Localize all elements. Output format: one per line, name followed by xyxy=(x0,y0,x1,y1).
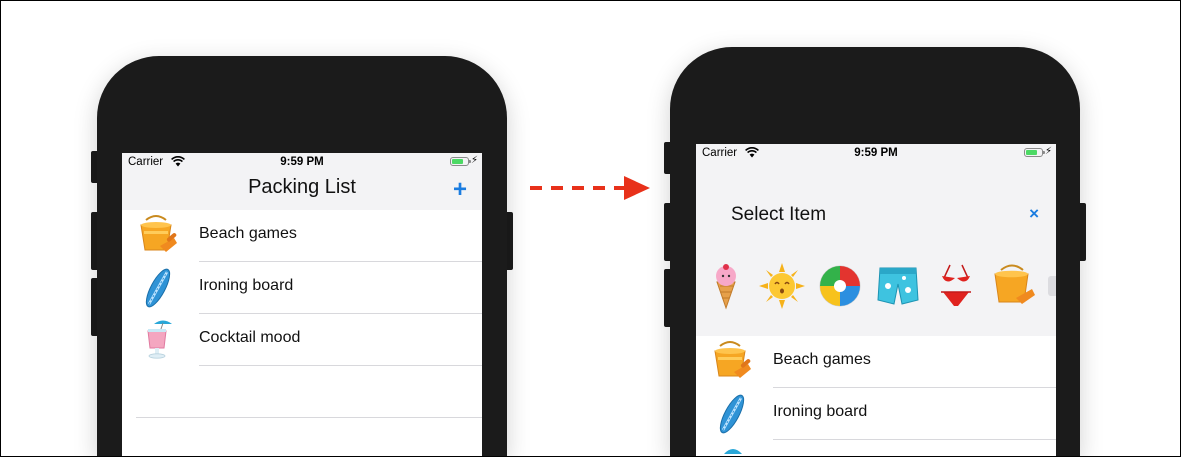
sun-icon[interactable] xyxy=(758,262,806,310)
ice-cream-icon[interactable] xyxy=(702,262,750,310)
row-separator xyxy=(199,365,482,366)
right-phone: Carrier 9:59 PM ⚡︎ Select Item × Beach g… xyxy=(670,47,1080,457)
list-item-beach-games[interactable]: Beach games xyxy=(122,210,482,262)
list-item-label: Beach games xyxy=(773,351,871,368)
transition-arrow-icon xyxy=(530,176,650,200)
bikini-icon[interactable] xyxy=(932,262,980,310)
battery-icon xyxy=(1024,148,1045,157)
item-picker-header: Carrier 9:59 PM ⚡︎ Select Item × xyxy=(696,144,1056,336)
status-bar: Carrier 9:59 PM ⚡︎ xyxy=(696,144,1056,162)
left-screen: Carrier 9:59 PM ⚡︎ Packing List + Beach … xyxy=(122,153,482,457)
cocktail-icon xyxy=(147,320,172,359)
emoji-picker-strip[interactable] xyxy=(696,262,1056,310)
picker-title: Select Item xyxy=(731,204,827,225)
charging-icon: ⚡︎ xyxy=(470,155,478,166)
right-screen: Carrier 9:59 PM ⚡︎ Select Item × Beach g… xyxy=(696,144,1056,457)
bucket-icon xyxy=(714,341,751,378)
surfboard-icon xyxy=(719,394,745,434)
cocktail-icon xyxy=(724,449,742,454)
status-time: 9:59 PM xyxy=(280,156,324,168)
list-item-beach-games[interactable]: Beach games xyxy=(696,336,1056,388)
bucket-icon xyxy=(140,215,177,252)
list-item-label: Beach games xyxy=(199,225,297,242)
empty-row-separator xyxy=(136,417,482,418)
status-time: 9:59 PM xyxy=(854,147,898,159)
nav-title: Packing List xyxy=(248,176,356,198)
close-button[interactable]: × xyxy=(1029,204,1039,224)
left-phone: Carrier 9:59 PM ⚡︎ Packing List + Beach … xyxy=(97,56,507,457)
emoji-strip-overflow xyxy=(1048,276,1056,296)
status-bar: Carrier 9:59 PM ⚡︎ xyxy=(122,153,482,171)
list-item-ironing-board[interactable]: Ironing board xyxy=(122,262,482,314)
bucket-icon[interactable] xyxy=(990,262,1038,310)
add-item-button[interactable]: + xyxy=(453,178,467,202)
list-item-ironing-board[interactable]: Ironing board xyxy=(696,388,1056,440)
list-item-cocktail-mood-partial[interactable] xyxy=(696,440,1056,457)
nav-bar: Carrier 9:59 PM ⚡︎ Packing List + xyxy=(122,153,482,210)
beach-ball-icon[interactable] xyxy=(816,262,864,310)
list-item-label: Ironing board xyxy=(199,277,294,294)
surfboard-icon xyxy=(145,268,171,308)
list-item-label: Ironing board xyxy=(773,403,868,420)
list-item-cocktail-mood[interactable]: Cocktail mood xyxy=(122,314,482,366)
list-item-label: Cocktail mood xyxy=(199,329,301,346)
swim-shorts-icon[interactable] xyxy=(874,262,922,310)
charging-icon: ⚡︎ xyxy=(1044,146,1052,157)
battery-icon xyxy=(450,157,471,166)
